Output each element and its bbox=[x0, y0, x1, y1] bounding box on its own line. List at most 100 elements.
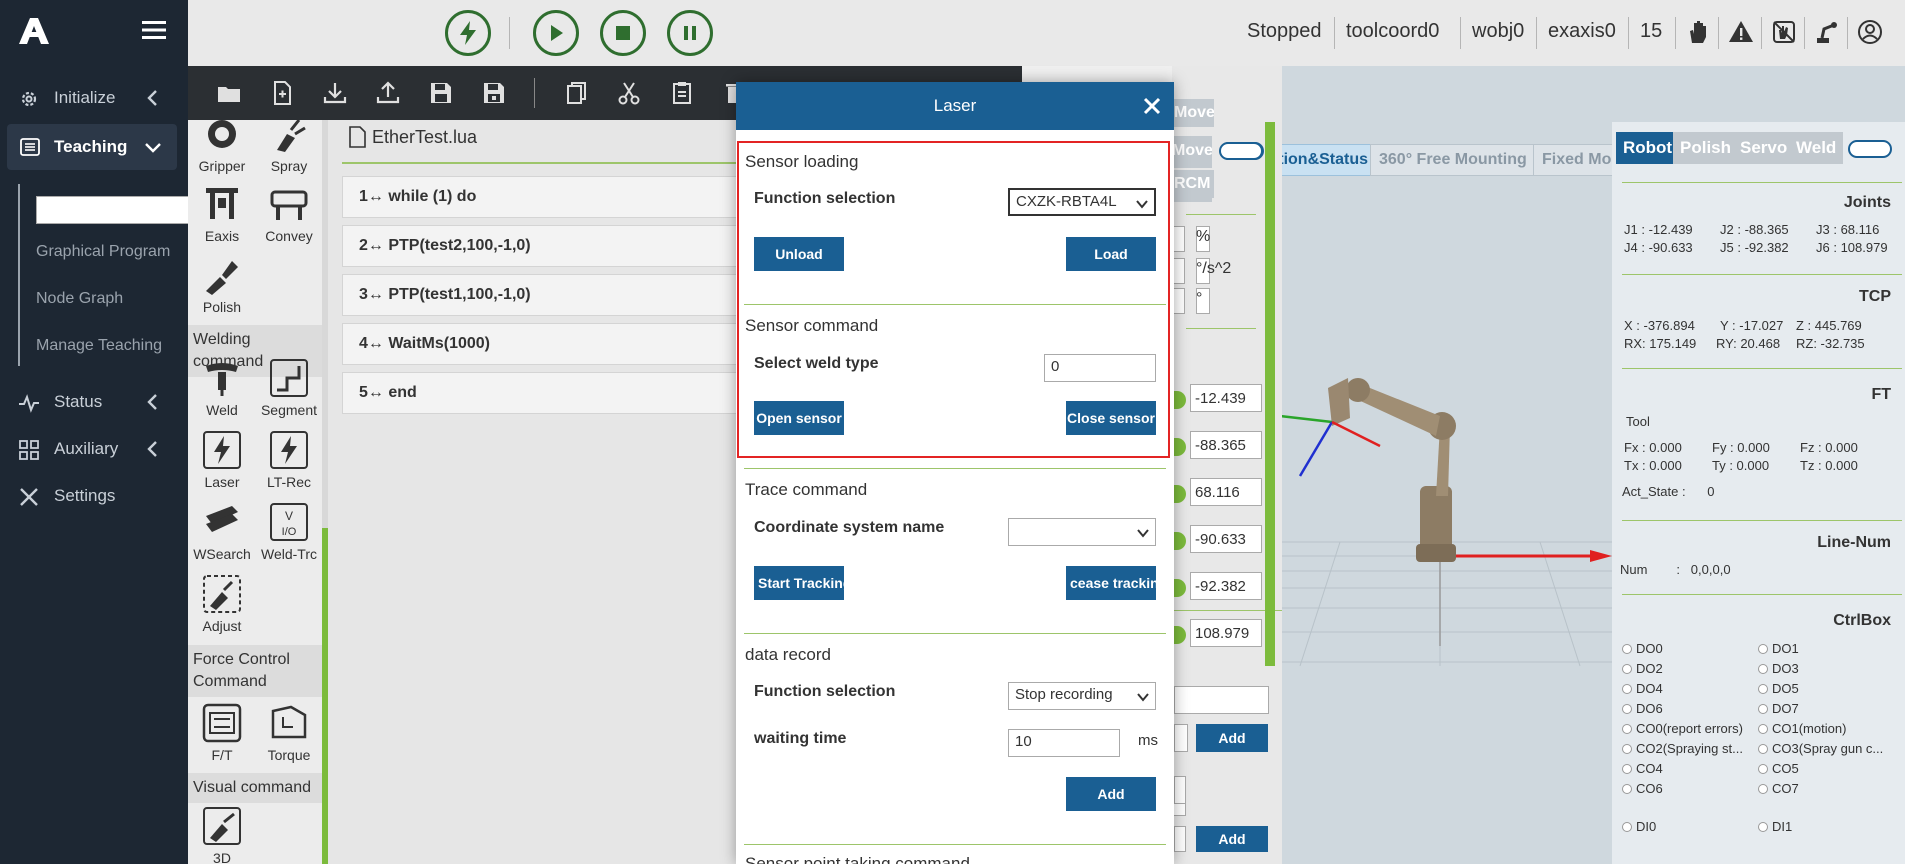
pause-button[interactable] bbox=[667, 10, 713, 56]
co0-radio[interactable] bbox=[1622, 724, 1632, 734]
work-object[interactable]: wobj0 bbox=[1472, 20, 1524, 43]
submenu-node-graph[interactable]: Node Graph bbox=[36, 290, 123, 308]
warning-icon[interactable] bbox=[1728, 19, 1754, 45]
tab-move[interactable]: Move bbox=[1172, 136, 1212, 168]
joint-value-j6[interactable]: 108.979 bbox=[1190, 619, 1262, 647]
jog-panel-scrollbar[interactable] bbox=[1265, 122, 1275, 666]
do3-radio[interactable] bbox=[1758, 664, 1768, 674]
do4-radio[interactable] bbox=[1622, 684, 1632, 694]
tab-servo[interactable]: Servo bbox=[1733, 132, 1795, 164]
palette-gripper[interactable]: Gripper bbox=[192, 120, 252, 184]
open-folder-icon[interactable] bbox=[216, 80, 242, 106]
palette-3d[interactable]: 3D bbox=[192, 806, 252, 864]
submenu-manage-teaching[interactable]: Manage Teaching bbox=[36, 337, 162, 355]
sensor-function-select[interactable]: CXZK-RBTA4L bbox=[1008, 188, 1156, 216]
close-sensor-button[interactable]: Close sensor bbox=[1066, 401, 1156, 435]
enable-button[interactable] bbox=[445, 10, 491, 56]
palette-spray[interactable]: Spray bbox=[259, 120, 319, 184]
co5-radio[interactable] bbox=[1758, 764, 1768, 774]
di1-radio[interactable] bbox=[1758, 822, 1768, 832]
palette-weld[interactable]: Weld bbox=[192, 358, 252, 428]
palette-weld-trc[interactable]: V I/O Weld-Trc bbox=[259, 502, 319, 572]
co2-radio[interactable] bbox=[1622, 744, 1632, 754]
close-icon[interactable] bbox=[1142, 96, 1162, 116]
nav-teaching[interactable]: Teaching bbox=[7, 124, 177, 170]
palette-convey[interactable]: Convey bbox=[259, 184, 319, 254]
joint-value-j5[interactable]: -92.382 bbox=[1190, 572, 1262, 600]
external-axis[interactable]: exaxis0 bbox=[1548, 20, 1616, 43]
add-record-button[interactable]: Add bbox=[1066, 777, 1156, 811]
di0-radio[interactable] bbox=[1622, 822, 1632, 832]
submenu-graphical-program[interactable]: Graphical Program bbox=[36, 243, 170, 261]
joint-value-j4[interactable]: -90.633 bbox=[1190, 525, 1262, 553]
point-select[interactable] bbox=[1174, 776, 1186, 804]
palette-wsearch[interactable]: WSearch bbox=[192, 502, 252, 572]
co1-radio[interactable] bbox=[1758, 724, 1768, 734]
hamburger-menu-icon[interactable] bbox=[142, 18, 166, 42]
palette-adjust[interactable]: Adjust bbox=[192, 574, 252, 644]
tab-polish[interactable]: Polish bbox=[1673, 132, 1739, 164]
waiting-time-input[interactable]: 10 bbox=[1008, 729, 1120, 757]
submenu-program-teaching[interactable]: Program Teachi... bbox=[36, 196, 193, 224]
do0-radio[interactable] bbox=[1622, 644, 1632, 654]
palette-ft[interactable]: F/T bbox=[192, 703, 252, 773]
upload-icon[interactable] bbox=[375, 80, 401, 106]
open-sensor-button[interactable]: Open sensor bbox=[754, 401, 844, 435]
add-point-button[interactable]: Add bbox=[1196, 724, 1268, 752]
co4-radio[interactable] bbox=[1622, 764, 1632, 774]
palette-torque[interactable]: Torque bbox=[259, 703, 319, 773]
do7-radio[interactable] bbox=[1758, 704, 1768, 714]
save-icon[interactable] bbox=[428, 80, 454, 106]
palette-laser[interactable]: Laser bbox=[192, 430, 252, 500]
save-as-icon[interactable] bbox=[481, 80, 507, 106]
cease-tracking-button[interactable]: cease tracking bbox=[1066, 566, 1156, 600]
program-file-name[interactable]: EtherTest.lua bbox=[348, 126, 477, 148]
play-button[interactable] bbox=[533, 10, 579, 56]
point-name-input[interactable] bbox=[1174, 686, 1269, 714]
do2-radio[interactable] bbox=[1622, 664, 1632, 674]
point-select[interactable] bbox=[1174, 826, 1186, 852]
nav-auxiliary[interactable]: Auxiliary bbox=[0, 429, 188, 469]
palette-eaxis[interactable]: Eaxis bbox=[192, 184, 252, 254]
do1-radio[interactable] bbox=[1758, 644, 1768, 654]
robot-arm-icon[interactable] bbox=[1814, 19, 1840, 45]
co7-radio[interactable] bbox=[1758, 784, 1768, 794]
copy-icon[interactable] bbox=[563, 80, 589, 106]
cut-icon[interactable] bbox=[616, 80, 642, 106]
toggle-switch[interactable] bbox=[1848, 140, 1892, 158]
add-point-button[interactable]: Add bbox=[1196, 826, 1268, 852]
download-icon[interactable] bbox=[322, 80, 348, 106]
nav-initialize[interactable]: Initialize bbox=[0, 78, 188, 118]
tab-free-mounting[interactable]: 360° Free Mounting bbox=[1370, 144, 1536, 176]
drag-disabled-icon[interactable] bbox=[1771, 19, 1797, 45]
hand-icon[interactable] bbox=[1685, 19, 1711, 45]
coordinate-system-select[interactable] bbox=[1008, 518, 1156, 546]
do6-radio[interactable] bbox=[1622, 704, 1632, 714]
nav-status[interactable]: Status bbox=[0, 382, 188, 422]
stop-button[interactable] bbox=[600, 10, 646, 56]
new-file-icon[interactable] bbox=[269, 80, 295, 106]
paste-icon[interactable] bbox=[669, 80, 695, 106]
do5-radio[interactable] bbox=[1758, 684, 1768, 694]
tool-coord[interactable]: toolcoord0 bbox=[1346, 20, 1439, 43]
nav-settings[interactable]: Settings bbox=[0, 476, 188, 516]
point-select[interactable] bbox=[1174, 724, 1188, 752]
tab-weld[interactable]: Weld bbox=[1789, 132, 1844, 164]
tab-rcm[interactable]: RCM bbox=[1174, 170, 1214, 198]
user-icon[interactable] bbox=[1857, 19, 1883, 45]
toggle-switch[interactable] bbox=[1219, 142, 1263, 160]
joint-value-j1[interactable]: -12.439 bbox=[1190, 384, 1262, 412]
joint-value-j3[interactable]: 68.116 bbox=[1190, 478, 1262, 506]
start-tracking-button[interactable]: Start Tracking bbox=[754, 566, 844, 600]
record-function-select[interactable]: Stop recording bbox=[1008, 682, 1156, 710]
tab-move[interactable]: Move bbox=[1174, 99, 1214, 127]
co3-radio[interactable] bbox=[1758, 744, 1768, 754]
palette-polish[interactable]: Polish bbox=[192, 255, 252, 325]
palette-segment[interactable]: Segment bbox=[259, 358, 319, 428]
tab-robot[interactable]: Robot bbox=[1616, 132, 1680, 164]
speed-value[interactable]: 15 bbox=[1640, 20, 1662, 43]
joint-value-j2[interactable]: -88.365 bbox=[1190, 431, 1262, 459]
weld-type-input[interactable]: 0 bbox=[1044, 354, 1156, 382]
palette-lt-rec[interactable]: LT-Rec bbox=[259, 430, 319, 500]
load-button[interactable]: Load bbox=[1066, 237, 1156, 271]
